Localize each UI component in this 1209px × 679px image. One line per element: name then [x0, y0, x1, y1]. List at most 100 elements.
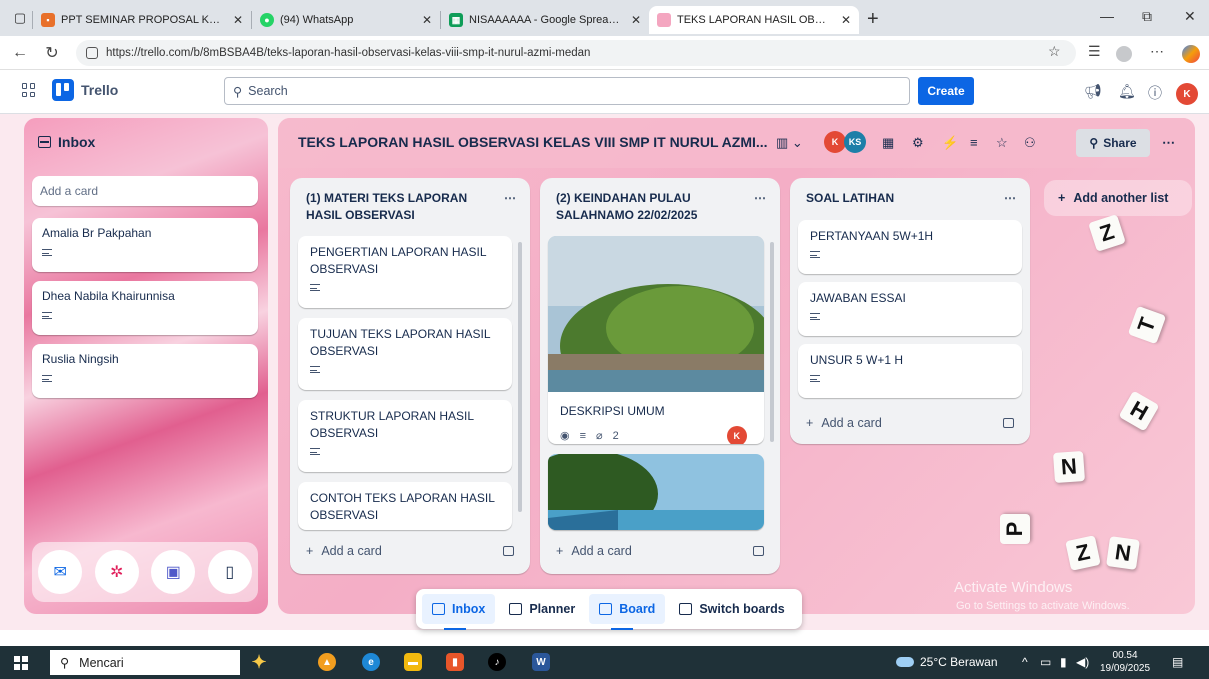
inbox-card[interactable]: Dhea Nabila Khairunnisa — [32, 281, 258, 335]
slack-icon[interactable]: ✲ — [94, 550, 139, 594]
list-scrollbar[interactable] — [518, 242, 522, 512]
template-icon[interactable] — [1003, 418, 1014, 428]
workspace-visibility-icon[interactable]: ⚇ — [1024, 135, 1036, 151]
close-tab-icon[interactable]: ✕ — [233, 13, 243, 27]
back-icon[interactable]: ← — [8, 44, 32, 62]
add-card-button[interactable]: + Add a card — [306, 544, 514, 558]
inbox-card[interactable]: Amalia Br Pakpahan — [32, 218, 258, 272]
app-switcher-icon[interactable] — [22, 83, 36, 97]
view-switcher: Inbox Planner Board Switch boards — [416, 589, 802, 630]
windows-start-icon[interactable] — [14, 656, 28, 670]
teams-icon[interactable]: ▣ — [151, 550, 196, 594]
weather-widget[interactable]: 25°C Berawan — [896, 655, 998, 669]
list-card[interactable]: CONTOH TEKS LAPORAN HASIL OBSERVASI — [298, 482, 512, 530]
board-title[interactable]: TEKS LAPORAN HASIL OBSERVASI KELAS VIII … — [298, 134, 768, 150]
close-window-icon[interactable]: ✕ — [1184, 8, 1196, 25]
battery-icon[interactable]: ▮ — [1060, 655, 1067, 669]
member-avatar[interactable]: KS — [844, 131, 866, 153]
list-scrollbar[interactable] — [770, 242, 774, 442]
tab-whatsapp[interactable]: ● (94) WhatsApp ✕ — [252, 6, 440, 34]
list-title[interactable]: (2) KEINDAHAN PULAU SALAHNAMO 22/02/2025 — [556, 190, 736, 224]
network-icon[interactable]: ▭ — [1040, 655, 1051, 669]
bell-icon[interactable]: 🔔︎ — [1118, 83, 1136, 100]
minimize-icon[interactable]: — — [1100, 8, 1114, 24]
tab-title: PPT SEMINAR PROPOSAL KHAIRU — [61, 14, 223, 26]
taskbar-search[interactable]: ⚲ Mencari — [50, 650, 240, 675]
search-icon: ⚲ — [60, 656, 70, 670]
add-card-button[interactable]: + Add a card — [556, 544, 764, 558]
site-info-icon[interactable] — [86, 47, 98, 59]
list-menu-icon[interactable]: ⋯ — [1004, 190, 1016, 207]
list-card[interactable]: STRUKTUR LAPORAN HASIL OBSERVASI — [298, 400, 512, 472]
list-card[interactable]: TUJUAN TEKS LAPORAN HASIL OBSERVASI — [298, 318, 512, 390]
list-menu-icon[interactable]: ⋯ — [504, 190, 516, 224]
app-icon[interactable]: ▲ — [318, 653, 336, 671]
power-ups-icon[interactable]: ⚙ — [912, 135, 924, 151]
list-title[interactable]: SOAL LATIHAN — [806, 190, 986, 207]
list-card[interactable]: JAWABAN ESSAI — [798, 282, 1022, 336]
create-button[interactable]: Create — [918, 77, 974, 105]
board-menu-icon[interactable]: ⋯ — [1162, 135, 1175, 151]
tab-ppt[interactable]: ▪ PPT SEMINAR PROPOSAL KHAIRU ✕ — [33, 6, 251, 34]
inbox-card[interactable]: Ruslia Ningsih — [32, 344, 258, 398]
megaphone-icon[interactable]: 📢︎ — [1084, 83, 1102, 100]
add-another-list-button[interactable]: + Add another list — [1044, 180, 1192, 216]
board-view-icon[interactable]: ▥ ⌄ — [776, 135, 803, 151]
switcher-switch-boards[interactable]: Switch boards — [669, 594, 794, 624]
restore-icon[interactable]: ⧉ — [1142, 8, 1152, 25]
profile-icon[interactable] — [1116, 46, 1132, 62]
tab-actions-icon[interactable]: ▢ — [8, 6, 32, 30]
close-tab-icon[interactable]: ✕ — [631, 13, 641, 27]
list-card[interactable]: PENGERTIAN LAPORAN HASIL OBSERVASI — [298, 236, 512, 308]
whatsapp-icon: ● — [260, 13, 274, 27]
email-icon[interactable]: ✉ — [38, 550, 83, 594]
search-input[interactable]: ⚲ Search — [224, 77, 910, 105]
edge-icon[interactable]: e — [362, 653, 380, 671]
template-icon[interactable] — [503, 546, 514, 556]
calendar-icon[interactable]: ▦ — [882, 135, 894, 151]
volume-icon[interactable]: ◀) — [1076, 655, 1089, 669]
url-field[interactable]: https://trello.com/b/8mBSBA4B/teks-lapor… — [76, 40, 1076, 66]
file-explorer-icon[interactable]: ▬ — [404, 653, 422, 671]
switcher-planner[interactable]: Planner — [499, 594, 585, 624]
tab-spreadsheet[interactable]: ▦ NISAAAAAA - Google Spreadshe ✕ — [441, 6, 649, 34]
switcher-inbox[interactable]: Inbox — [422, 594, 496, 630]
switcher-board[interactable]: Board — [589, 594, 666, 630]
inbox-add-card-input[interactable]: Add a card — [32, 176, 258, 206]
close-tab-icon[interactable]: ✕ — [841, 13, 851, 27]
more-icon[interactable]: ⋯ — [1150, 43, 1164, 60]
filter-icon[interactable]: ≡ — [970, 135, 978, 150]
star-icon[interactable]: ☆ — [996, 135, 1008, 151]
trello-logo[interactable]: Trello — [52, 79, 118, 101]
member-avatar[interactable]: K — [824, 131, 846, 153]
share-button[interactable]: ⚲ Share — [1076, 129, 1150, 157]
notification-icon[interactable]: ▤ — [1172, 655, 1183, 669]
reload-icon[interactable]: ↻ — [40, 43, 64, 63]
sparkle-icon[interactable]: ✦ — [250, 652, 268, 672]
list-card[interactable]: PERTANYAAN 5W+1H — [798, 220, 1022, 274]
tiktok-icon[interactable]: ♪ — [488, 653, 506, 671]
help-icon[interactable]: ⓘ — [1148, 83, 1162, 103]
list-title[interactable]: (1) MATERI TEKS LAPORAN HASIL OBSERVASI — [306, 190, 486, 224]
user-avatar[interactable]: K — [1176, 83, 1198, 105]
card-member-avatar[interactable]: K — [726, 426, 747, 444]
office-icon[interactable]: ▮ — [446, 653, 464, 671]
copilot-icon[interactable] — [1182, 45, 1200, 63]
favorite-star-icon[interactable]: ☆ — [1048, 43, 1061, 60]
list-card[interactable]: UNSUR 5 W+1 H — [798, 344, 1022, 398]
list-menu-icon[interactable]: ⋯ — [754, 190, 766, 224]
template-icon[interactable] — [753, 546, 764, 556]
tab-trello[interactable]: TEKS LAPORAN HASIL OBSERVAS ✕ — [649, 6, 859, 34]
add-card-button[interactable]: + Add a card — [806, 416, 1014, 430]
close-tab-icon[interactable]: ✕ — [422, 13, 432, 27]
favorites-icon[interactable]: ☰ — [1088, 43, 1101, 60]
tray-overflow-icon[interactable]: ^ — [1022, 655, 1028, 669]
word-icon[interactable]: W — [532, 653, 550, 671]
card-title: CONTOH TEKS LAPORAN HASIL OBSERVASI — [310, 491, 495, 522]
mobile-icon[interactable]: ▯ — [207, 550, 252, 594]
list-card[interactable] — [548, 454, 764, 530]
clock[interactable]: 00.54 19/09/2025 — [1100, 649, 1150, 675]
automation-icon[interactable]: ⚡ — [942, 135, 958, 151]
new-tab-icon[interactable]: + — [867, 8, 879, 31]
list-card[interactable]: DESKRIPSI UMUM ◉ ≡ ⌀ 2 K — [548, 236, 764, 444]
